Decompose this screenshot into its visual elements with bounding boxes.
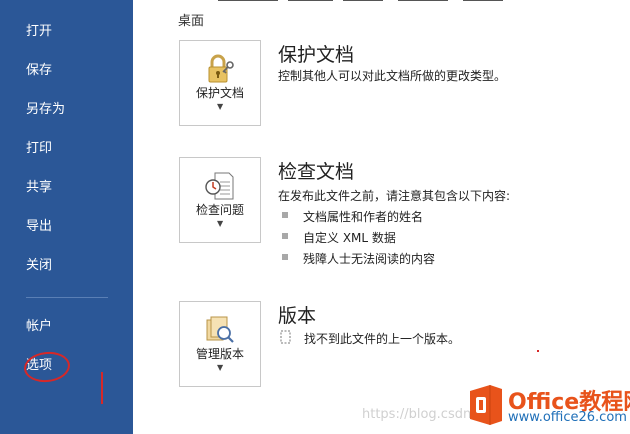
document-title-cut: [178, 0, 553, 4]
protect-document-title: 保护文档: [278, 44, 355, 66]
manage-versions-button[interactable]: 管理版本 ▼: [179, 301, 261, 387]
nav-export[interactable]: 导出: [26, 219, 52, 235]
versions-description: 找不到此文件的上一个版本。: [304, 332, 461, 346]
nav-open[interactable]: 打开: [26, 24, 52, 40]
chevron-down-icon: ▼: [217, 102, 224, 111]
nav-save-as[interactable]: 另存为: [26, 102, 65, 118]
manage-versions-label: 管理版本: [195, 347, 244, 361]
office-logo-icon: [470, 385, 502, 425]
check-issues-button[interactable]: 检查问题 ▼: [179, 157, 261, 243]
nav-share[interactable]: 共享: [26, 180, 52, 196]
chevron-down-icon: ▼: [217, 363, 224, 372]
versions-title: 版本: [278, 305, 317, 327]
protect-document-label: 保护文档: [195, 86, 244, 100]
bullet-icon: [282, 233, 288, 239]
manage-versions-icon: [206, 316, 234, 343]
nav-divider: [26, 297, 108, 298]
protect-document-description: 控制其他人可以对此文档所做的更改类型。: [278, 69, 507, 83]
chevron-down-icon: ▼: [217, 219, 224, 228]
cut-title-glyphs-icon: [218, 0, 503, 1]
check-issues-label: 检查问题: [195, 203, 244, 217]
watermark-text: https://blog.csdn: [362, 407, 472, 422]
nav-close[interactable]: 关闭: [26, 258, 52, 274]
inspect-document-icon: [205, 172, 234, 200]
inspect-document-title: 检查文档: [278, 161, 355, 183]
backstage-sidebar: 打开 保存 另存为 打印 共享 导出 关闭 帐户 选项: [0, 0, 133, 434]
annotation-dot: [537, 350, 539, 352]
inspect-bullet-1: 文档属性和作者的姓名: [303, 210, 424, 224]
lock-key-icon: [208, 54, 234, 83]
nav-save[interactable]: 保存: [26, 63, 52, 79]
document-version-icon: [280, 330, 291, 344]
file-location: 桌面: [178, 14, 205, 29]
logo-url: www.office26.com: [508, 410, 627, 425]
bullet-icon: [282, 254, 288, 260]
protect-document-button[interactable]: 保护文档 ▼: [179, 40, 261, 126]
inspect-bullet-3: 残障人士无法阅读的内容: [303, 252, 436, 266]
inspect-bullet-2: 自定义 XML 数据: [303, 231, 396, 245]
inspect-document-description: 在发布此文件之前，请注意其包含以下内容:: [278, 189, 511, 203]
nav-account[interactable]: 帐户: [26, 319, 52, 335]
annotation-mark: [101, 372, 103, 404]
nav-print[interactable]: 打印: [26, 141, 52, 157]
bullet-icon: [282, 212, 288, 218]
annotation-circle: [22, 349, 72, 385]
